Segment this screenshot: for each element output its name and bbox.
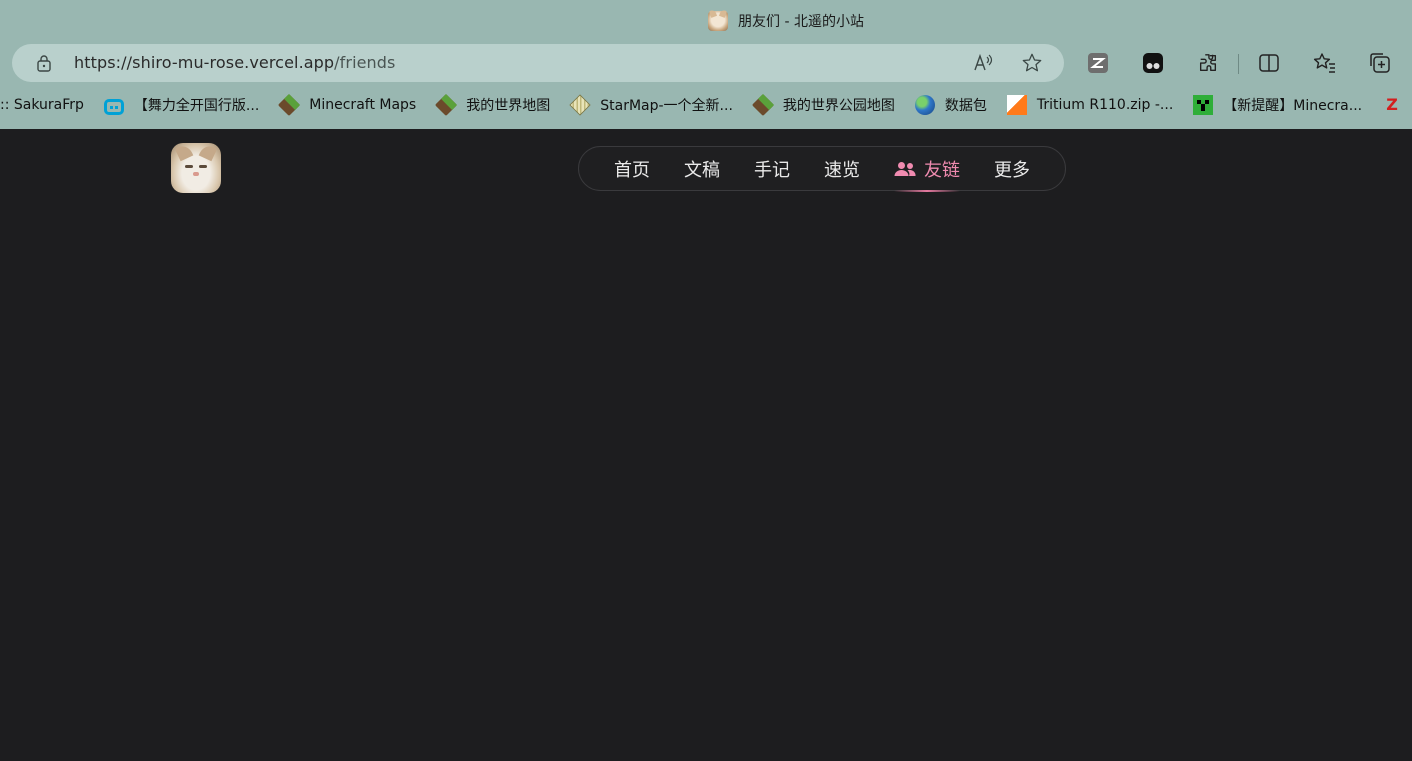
nav-label: 首页 xyxy=(614,159,650,181)
title-bar: 朋友们 - 北遥的小站 xyxy=(0,0,1412,40)
browser-toolbar: https://shiro-mu-rose.vercel.app/friends xyxy=(0,40,1412,86)
bilibili-icon xyxy=(103,99,124,115)
grass-block-icon xyxy=(435,93,458,117)
avatar-ear xyxy=(198,143,218,162)
nav-label: 速览 xyxy=(824,159,860,181)
favorites-icon[interactable] xyxy=(1313,51,1337,75)
url-host: https://shiro-mu-rose.vercel.app xyxy=(74,53,335,72)
tampermonkey-extension-icon[interactable] xyxy=(1141,51,1165,75)
bookmark-label: 我的世界地图 xyxy=(466,98,551,114)
nav-label: 手记 xyxy=(754,159,790,181)
bookmark-item[interactable]: StarMap-一个全新... xyxy=(569,92,733,118)
site-avatar[interactable] xyxy=(171,143,221,193)
bookmark-item[interactable]: Tritium R110.zip -... xyxy=(1006,92,1174,118)
nav-item-friends[interactable]: 友链 xyxy=(894,146,960,192)
bookmark-label: Tritium R110.zip -... xyxy=(1036,97,1174,113)
nav-item-posts[interactable]: 文稿 xyxy=(684,146,720,191)
map-icon xyxy=(569,94,591,116)
bookmark-label: 数据包 xyxy=(944,98,987,114)
url-path: /friends xyxy=(334,53,396,72)
favorite-star-icon[interactable] xyxy=(1020,51,1044,75)
bookmark-label: StarMap-一个全新... xyxy=(600,98,733,114)
toolbar-divider xyxy=(1238,54,1239,74)
window-title-text: 朋友们 - 北遥的小站 xyxy=(738,14,864,30)
bookmark-item[interactable]: Z xyxy=(1382,92,1402,118)
avatar-nose xyxy=(193,172,199,176)
lock-icon[interactable] xyxy=(36,54,52,72)
nav-label: 友链 xyxy=(924,159,960,181)
creeper-icon xyxy=(1193,95,1214,115)
nav-item-more[interactable]: 更多 xyxy=(994,146,1030,191)
bookmark-item[interactable]: :: SakuraFrp xyxy=(0,92,84,118)
nav-label: 文稿 xyxy=(684,159,720,181)
bookmark-item[interactable]: 【新提醒】Minecra... xyxy=(1193,92,1362,118)
split-screen-icon[interactable] xyxy=(1257,51,1281,75)
bookmark-label: 我的世界公园地图 xyxy=(782,98,895,114)
avatar-eye xyxy=(185,165,193,168)
zotero-extension-icon[interactable] xyxy=(1086,51,1110,75)
avatar-ear xyxy=(174,143,194,162)
address-bar[interactable]: https://shiro-mu-rose.vercel.app/friends xyxy=(12,44,1064,82)
avatar-eye xyxy=(199,165,207,168)
users-icon xyxy=(894,161,916,176)
bookmark-item[interactable]: 我的世界地图 xyxy=(435,92,551,118)
bookmark-label: Minecraft Maps xyxy=(309,97,417,113)
bookmark-item[interactable]: 我的世界公园地图 xyxy=(751,92,895,118)
nav-label: 更多 xyxy=(994,159,1030,181)
globe-icon xyxy=(914,95,935,115)
page-content: 首页 文稿 手记 速览 友链 更多 xyxy=(0,129,1412,761)
window-title: 朋友们 - 北遥的小站 xyxy=(708,10,864,32)
bookmark-label: :: SakuraFrp xyxy=(0,97,84,113)
site-nav: 首页 文稿 手记 速览 友链 更多 xyxy=(578,146,1066,192)
grass-block-icon xyxy=(751,93,774,117)
bookmark-item[interactable]: 【舞力全开国行版... xyxy=(103,92,260,118)
url-text[interactable]: https://shiro-mu-rose.vercel.app/friends xyxy=(74,53,396,72)
bookmark-item[interactable]: 数据包 xyxy=(914,92,987,118)
nav-item-notes[interactable]: 手记 xyxy=(754,146,790,191)
z-logo-icon: Z xyxy=(1386,95,1398,114)
nav-item-home[interactable]: 首页 xyxy=(614,146,650,191)
bookmark-label: 【舞力全开国行版... xyxy=(133,98,260,114)
bookmark-label: 【新提醒】Minecra... xyxy=(1223,98,1363,114)
tritium-icon xyxy=(1006,95,1027,115)
bookmark-item[interactable]: Minecraft Maps xyxy=(278,92,417,118)
bookmarks-bar: :: SakuraFrp 【舞力全开国行版... Minecraft Maps … xyxy=(0,90,1412,120)
extensions-icon[interactable] xyxy=(1196,51,1220,75)
grass-block-icon xyxy=(278,93,301,117)
read-aloud-icon[interactable] xyxy=(972,51,996,75)
browser-chrome: 朋友们 - 北遥的小站 https://shiro-mu-rose.vercel… xyxy=(0,0,1412,129)
nav-item-timeline[interactable]: 速览 xyxy=(824,146,860,191)
collections-icon[interactable] xyxy=(1368,51,1392,75)
cat-favicon-icon xyxy=(708,11,728,31)
